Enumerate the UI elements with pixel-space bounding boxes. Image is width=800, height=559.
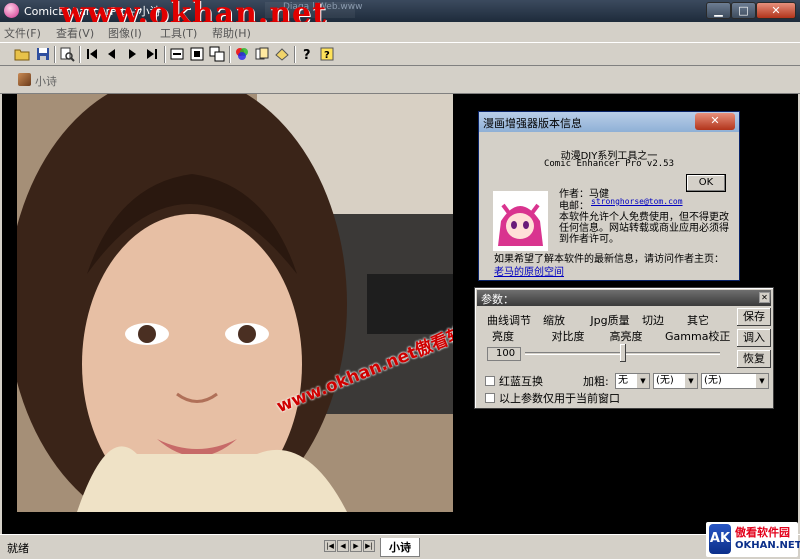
color-icon[interactable] — [234, 46, 250, 62]
maximize-button[interactable]: □ — [731, 2, 756, 19]
homepage-link[interactable]: 老马的原创空间 — [494, 263, 564, 278]
sheet-tab[interactable]: 小诗 — [380, 538, 420, 557]
site-logo-mark: AK — [709, 524, 731, 554]
brightness-value[interactable]: 100 — [487, 347, 521, 361]
params-titlebar: 参数： ✕ — [477, 290, 771, 306]
last-page-icon[interactable] — [144, 46, 160, 62]
site-logo: AK 傲看软件园 OKHAN.NET — [706, 522, 800, 557]
tab-gamma[interactable]: Gamma校正 — [665, 328, 730, 343]
save-params-button[interactable]: 保存 — [737, 308, 771, 326]
menu-view[interactable]: 查看(V) — [56, 25, 94, 41]
about-version: Comic Enhancer Pro v2.53 — [543, 159, 675, 169]
toolbar-separator — [164, 46, 166, 63]
about-icon[interactable]: ? — [319, 46, 335, 62]
image-icon — [18, 73, 31, 86]
first-sheet-button[interactable]: |◀ — [324, 540, 336, 552]
red-blue-swap-checkbox[interactable] — [485, 376, 495, 386]
batch-icon[interactable] — [254, 46, 270, 62]
menu-image[interactable]: 图像(I) — [108, 25, 142, 41]
toolbar-separator — [54, 46, 56, 63]
current-window-only-label: 以上参数仅用于当前窗口 — [499, 392, 620, 405]
option-select-3[interactable]: (无) ▼ — [701, 373, 769, 389]
prev-page-icon[interactable] — [104, 46, 120, 62]
document-tab-label[interactable]: 小诗 — [35, 73, 57, 89]
menu-tools[interactable]: 工具(T) — [160, 25, 197, 41]
svg-text:?: ? — [303, 48, 311, 62]
tab-brightness[interactable]: 亮度 — [489, 328, 517, 343]
portrait-photo — [17, 94, 453, 512]
site-logo-en: OKHAN.NET — [735, 540, 800, 551]
toolbar: ? ? — [0, 42, 800, 66]
document-tab-strip: 小诗 — [0, 66, 800, 94]
chevron-down-icon: ▼ — [685, 374, 697, 388]
next-page-icon[interactable] — [124, 46, 140, 62]
about-dialog: 漫画增强器版本信息 ✕ 动漫DIY系列工具之一 Comic Enhancer P… — [478, 111, 740, 281]
about-dialog-title: 漫画增强器版本信息 — [483, 117, 582, 130]
params-close-button[interactable]: ✕ — [759, 292, 770, 303]
mascot-logo-icon — [493, 191, 548, 251]
multi-window-icon[interactable] — [209, 46, 225, 62]
chevron-down-icon: ▼ — [756, 374, 768, 388]
option-select-2-value: (无) — [656, 375, 674, 386]
option-select-3-value: (无) — [704, 375, 722, 386]
red-blue-swap-label: 红蓝互换 — [499, 375, 543, 388]
toolbar-separator — [229, 46, 231, 63]
first-page-icon[interactable] — [84, 46, 100, 62]
brightness-slider-thumb[interactable] — [619, 344, 626, 362]
toolbar-separator — [294, 46, 296, 63]
current-window-only-checkbox[interactable] — [485, 393, 495, 403]
status-bar: 就绪 |◀ ◀ ▶ ▶| 小诗 — [0, 534, 800, 559]
title-bar: ComicEnhancerPro - 小诗 Diaga | Web.www ww… — [0, 0, 800, 31]
fit-width-icon[interactable] — [169, 46, 185, 62]
load-params-button[interactable]: 调入 — [737, 329, 771, 347]
tab-highlight[interactable]: 高亮度 — [607, 328, 645, 343]
browse-icon[interactable] — [59, 46, 75, 62]
bold-select-value: 无 — [618, 375, 628, 386]
next-sheet-button[interactable]: ▶ — [350, 540, 362, 552]
tab-contrast[interactable]: 对比度 — [549, 328, 587, 343]
email-link[interactable]: stronghorse@tom.com — [591, 197, 683, 206]
bold-select[interactable]: 无 ▼ — [615, 373, 650, 389]
params-panel: 参数： ✕ 曲线调节 缩放 Jpg质量 切边 其它 亮度 对比度 高亮度 Gam… — [474, 287, 774, 409]
close-button[interactable]: ✕ — [756, 2, 796, 19]
help-icon[interactable]: ? — [299, 46, 315, 62]
minimize-button[interactable]: ▁ — [706, 2, 731, 19]
status-text: 就绪 — [7, 542, 29, 555]
app-icon — [4, 3, 19, 18]
ok-button[interactable]: OK — [686, 174, 726, 192]
about-close-button[interactable]: ✕ — [695, 113, 735, 130]
site-logo-cn: 傲看软件园 — [735, 526, 790, 539]
email-label: 电邮： — [559, 201, 589, 212]
option-select-2[interactable]: (无) ▼ — [653, 373, 698, 389]
about-dialog-titlebar: 漫画增强器版本信息 ✕ — [479, 112, 739, 132]
tab-trim[interactable]: 切边 — [639, 312, 667, 327]
restore-params-button[interactable]: 恢复 — [737, 350, 771, 368]
image-viewport[interactable]: www.okhan.net傲看软件园 — [17, 94, 453, 512]
toolbar-separator — [79, 46, 81, 63]
fit-page-icon[interactable] — [189, 46, 205, 62]
last-sheet-button[interactable]: ▶| — [363, 540, 375, 552]
tab-curve[interactable]: 曲线调节 — [485, 312, 533, 327]
settings-icon[interactable] — [274, 46, 290, 62]
tab-scale[interactable]: 缩放 — [539, 312, 569, 327]
menu-bar: 文件(F) 查看(V) 图像(I) 工具(T) 帮助(H) — [0, 22, 800, 42]
menu-file[interactable]: 文件(F) — [4, 25, 41, 41]
tab-other[interactable]: 其它 — [684, 312, 712, 327]
menu-help[interactable]: 帮助(H) — [212, 25, 251, 41]
tab-jpg-quality[interactable]: Jpg质量 — [585, 312, 635, 327]
license-text: 本软件允许个人免费使用，但不得更改任何信息。网站转载或商业应用必须得到作者许可。 — [559, 212, 729, 245]
svg-text:?: ? — [324, 50, 330, 61]
chevron-down-icon: ▼ — [637, 374, 649, 388]
bold-label: 加粗: — [583, 375, 609, 388]
open-folder-icon[interactable] — [14, 46, 30, 62]
save-icon[interactable] — [35, 46, 51, 62]
prev-sheet-button[interactable]: ◀ — [337, 540, 349, 552]
params-title: 参数： — [481, 293, 514, 306]
